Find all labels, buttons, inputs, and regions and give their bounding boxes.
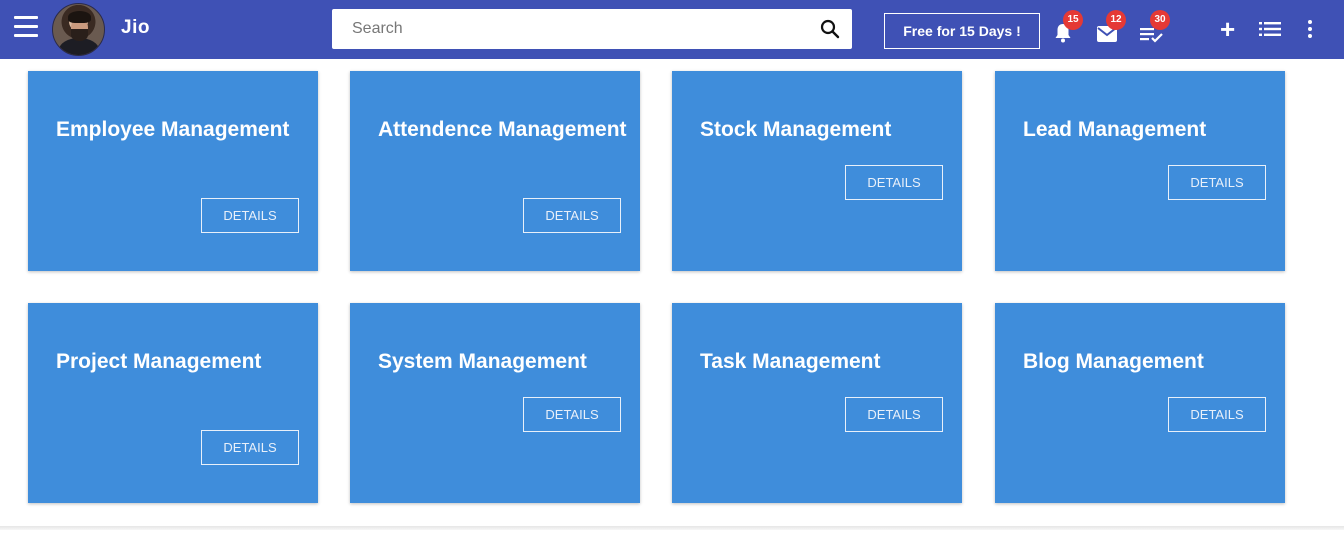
more-vert-icon[interactable] <box>1302 20 1318 38</box>
avatar[interactable] <box>52 3 105 56</box>
search-input[interactable] <box>332 9 812 49</box>
card-title: Project Management <box>56 350 262 373</box>
card-attendence-management: Attendence Management DETAILS <box>350 71 640 271</box>
card-blog-management: Blog Management DETAILS <box>995 303 1285 503</box>
card-lead-management: Lead Management DETAILS <box>995 71 1285 271</box>
free-trial-button[interactable]: Free for 15 Days ! <box>884 13 1040 49</box>
details-button[interactable]: DETAILS <box>1168 397 1266 432</box>
footer-divider <box>0 526 1344 530</box>
tasks-button[interactable]: 30 <box>1140 10 1170 44</box>
messages-badge: 12 <box>1106 10 1126 30</box>
details-button[interactable]: DETAILS <box>845 397 943 432</box>
details-button[interactable]: DETAILS <box>201 198 299 233</box>
notifications-button[interactable]: 15 <box>1053 10 1083 44</box>
menu-icon[interactable] <box>14 16 38 38</box>
details-button[interactable]: DETAILS <box>845 165 943 200</box>
search-icon[interactable] <box>820 19 840 39</box>
search-bar <box>332 9 852 49</box>
card-task-management: Task Management DETAILS <box>672 303 962 503</box>
card-title: Employee Management <box>56 118 290 141</box>
app-name: Jio <box>121 17 150 38</box>
card-stock-management: Stock Management DETAILS <box>672 71 962 271</box>
card-title: Lead Management <box>1023 118 1207 141</box>
details-button[interactable]: DETAILS <box>1168 165 1266 200</box>
details-button[interactable]: DETAILS <box>523 198 621 233</box>
card-title: Attendence Management <box>378 118 627 141</box>
top-app-bar: Jio Free for 15 Days ! 15 12 30 + <box>0 0 1344 59</box>
card-title: System Management <box>378 350 587 373</box>
tasks-badge: 30 <box>1150 10 1170 30</box>
card-system-management: System Management DETAILS <box>350 303 640 503</box>
card-title: Task Management <box>700 350 881 373</box>
details-button[interactable]: DETAILS <box>523 397 621 432</box>
notifications-badge: 15 <box>1063 10 1083 30</box>
messages-button[interactable]: 12 <box>1096 10 1126 44</box>
card-title: Blog Management <box>1023 350 1204 373</box>
details-button[interactable]: DETAILS <box>201 430 299 465</box>
card-title: Stock Management <box>700 118 892 141</box>
card-project-management: Project Management DETAILS <box>28 303 318 503</box>
list-icon[interactable] <box>1259 22 1281 36</box>
card-employee-management: Employee Management DETAILS <box>28 71 318 271</box>
plus-icon[interactable]: + <box>1220 16 1240 42</box>
